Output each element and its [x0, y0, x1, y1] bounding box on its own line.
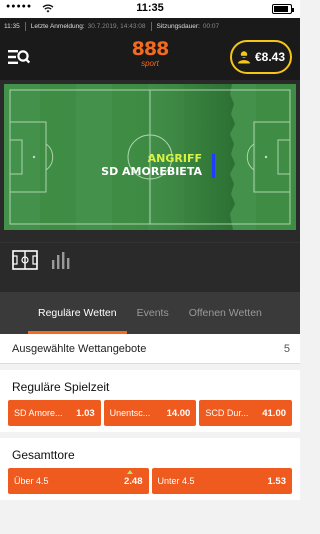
- odd-button-home[interactable]: SD Amore... 1.03: [8, 400, 101, 426]
- team-color-bar: [212, 154, 215, 178]
- last-login-value: 30.7.2019, 14:43:08: [87, 22, 146, 30]
- trend-up-icon: [126, 470, 133, 474]
- divider: [24, 21, 26, 31]
- status-clock: 11:35: [136, 2, 164, 14]
- tab-regular-bets[interactable]: Reguläre Wetten: [28, 292, 127, 334]
- odd-price: 1.53: [267, 475, 287, 487]
- odd-label: SCD Dur...: [205, 408, 249, 418]
- odd-button-draw[interactable]: Unentsc... 14.00: [103, 400, 197, 426]
- odd-price: 1.03: [76, 407, 95, 419]
- odd-label: SD Amore...: [14, 408, 63, 418]
- football-pitch: ANGRIFF SD AMOREBIETA: [4, 84, 296, 230]
- field-icon[interactable]: [12, 249, 38, 271]
- odd-button-over[interactable]: Über 4.5 2.48: [8, 468, 149, 494]
- market-title: Reguläre Spielzeit: [12, 380, 110, 394]
- selected-offers-label: Ausgewählte Wettangebote: [12, 342, 147, 355]
- session-duration-label: Sitzungsdauer:: [156, 22, 200, 30]
- view-toggle-bar: [0, 242, 300, 278]
- tab-open-bets[interactable]: Offenen Wetten: [179, 292, 272, 334]
- battery-level: [274, 6, 288, 12]
- ios-status-bar: ●●●●● 11:35: [0, 0, 300, 18]
- odd-label: Über 4.5: [14, 476, 49, 486]
- divider: [150, 21, 152, 31]
- odd-price: 41.00: [262, 407, 287, 419]
- attack-state: ANGRIFF: [147, 152, 202, 165]
- selected-offers-count: 5: [283, 342, 290, 355]
- balance-button[interactable]: €8.43: [230, 40, 292, 74]
- battery-icon: [272, 4, 294, 14]
- session-time: 11:35: [4, 22, 20, 30]
- app-header: 888 sport €8.43: [0, 34, 300, 80]
- session-bar: 11:35 Letzte Anmeldung: 30.7.2019, 14:43…: [0, 18, 300, 34]
- odds-row: SD Amore... 1.03 Unentsc... 14.00 SCD Du…: [8, 400, 293, 426]
- odd-label: Unentsc...: [109, 408, 151, 418]
- bet-tabs: Reguläre Wetten Events Offenen Wetten: [0, 292, 300, 334]
- odd-button-away[interactable]: SCD Dur... 41.00: [199, 400, 293, 426]
- spacer: [0, 278, 300, 292]
- odd-label: Unter 4.5: [157, 476, 195, 486]
- market-title: Gesamttore: [12, 448, 75, 462]
- odd-price: 14.00: [166, 407, 191, 419]
- odd-button-under[interactable]: Unter 4.5 1.53: [151, 468, 292, 494]
- odds-row: Über 4.5 2.48 Unter 4.5 1.53: [8, 468, 292, 494]
- market-total-goals: Gesamttore Über 4.5 2.48 Unter 4.5 1.53: [0, 438, 300, 500]
- odd-price: 2.48: [124, 475, 143, 487]
- tab-events[interactable]: Events: [127, 292, 179, 334]
- balance-amount: €8.43: [254, 50, 286, 64]
- session-duration-value: 00:07: [202, 22, 220, 30]
- selected-offers-row[interactable]: Ausgewählte Wettangebote 5: [0, 334, 300, 364]
- user-icon: [237, 51, 250, 64]
- last-login-label: Letzte Anmeldung:: [30, 22, 85, 30]
- attacking-team: SD AMOREBIETA: [101, 165, 202, 178]
- pitch-area: ANGRIFF SD AMOREBIETA: [0, 80, 300, 242]
- market-regular-time: Reguläre Spielzeit SD Amore... 1.03 Unen…: [0, 370, 300, 432]
- stats-icon[interactable]: [50, 250, 72, 270]
- attack-label: ANGRIFF SD AMOREBIETA: [101, 152, 202, 178]
